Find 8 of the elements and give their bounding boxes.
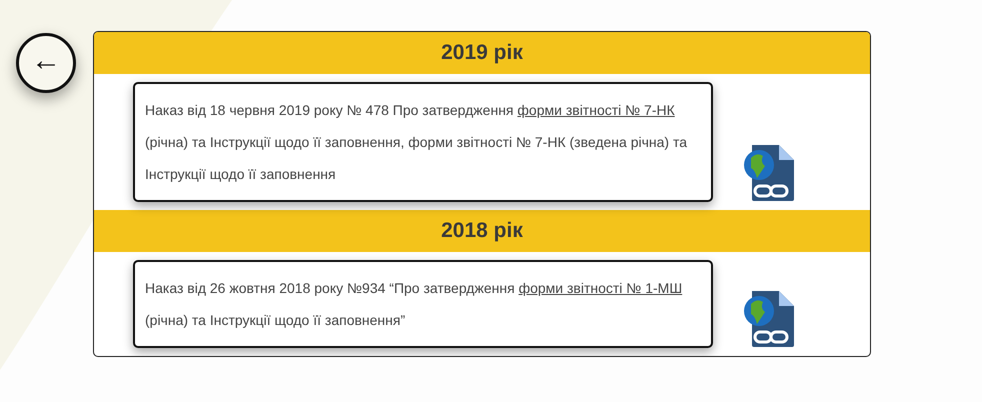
year-title: 2019 рік <box>441 41 523 65</box>
year-title: 2018 рік <box>441 219 523 243</box>
form-link[interactable]: форми звітності № 1-МШ <box>518 280 682 296</box>
form-link[interactable]: форми звітності № 7-НК <box>517 102 675 118</box>
web-link-document-icon[interactable] <box>743 144 797 202</box>
web-link-document-icon[interactable] <box>743 290 797 348</box>
order-text: Наказ від 26 жовтня 2018 року №934 “Про затвердження форми звітності № 1-МШ (річна) та Інструкції щодо її заповнення” <box>145 279 684 330</box>
order-text: Наказ від 18 червня 2019 року № 478 Про затвердження форми звітності № 7-НК (річна) та Інструкції щодо її заповнення, форми звітності № 7-НК (зведена річна) та Інструкції щодо її заповнення <box>145 101 688 184</box>
